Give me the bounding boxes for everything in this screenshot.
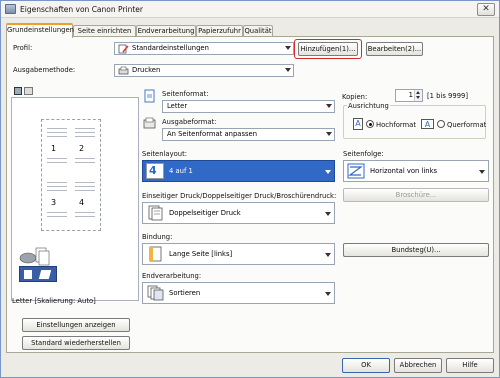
binding-select[interactable]: Lange Seite [links]	[142, 243, 335, 265]
preview-page-icon	[14, 87, 22, 95]
preview-status: Letter [Skalierung: Auto]	[12, 297, 96, 305]
page-order-select[interactable]: Horizontal von links	[343, 160, 489, 182]
preview-panel: 1 2 3 4	[11, 97, 139, 301]
profile-select[interactable]: Standardeinstellungen	[114, 42, 294, 55]
portrait-radio[interactable]	[366, 120, 374, 128]
copies-label: Kopien:	[342, 93, 368, 101]
gutter-button[interactable]: Bundsteg(U)...	[343, 243, 489, 257]
chevron-down-icon	[326, 104, 332, 108]
preview-page-2: 2	[73, 124, 99, 174]
page-format-select[interactable]: Letter	[162, 100, 335, 113]
chevron-up-icon	[416, 91, 420, 94]
output-method-select[interactable]: Drucken	[114, 64, 294, 77]
page-format-value: Letter	[167, 102, 188, 110]
output-method-value: Drucken	[132, 66, 161, 74]
binding-value: Lange Seite [links]	[169, 250, 233, 258]
add-profile-button[interactable]: Hinzufügen(1)...	[298, 42, 358, 56]
preview-page-1: 1	[45, 124, 71, 174]
duplex-select[interactable]: Doppelseitiger Druck	[142, 202, 335, 224]
portrait-icon: A	[353, 118, 363, 130]
tab-page: Profil: Standardeinstellungen Hinzufügen…	[6, 36, 494, 353]
finishing-value: Sortieren	[169, 289, 201, 297]
duplex-label: Einseitiger Druck/Doppelseitiger Druck/B…	[142, 192, 337, 200]
profile-icon	[118, 44, 129, 54]
output-format-value: An Seitenformat anpassen	[167, 130, 258, 138]
duplex-icon	[19, 266, 57, 282]
ok-button[interactable]: OK	[342, 358, 390, 373]
preview-printer-icon	[24, 87, 33, 95]
chevron-down-icon	[479, 170, 485, 174]
output-method-label: Ausgabemethode:	[13, 66, 76, 74]
finishing-select[interactable]: Sortieren	[142, 282, 335, 304]
output-format-label: Ausgabeformat:	[162, 118, 217, 126]
preview-sheet: 1 2 3 4	[41, 119, 101, 231]
window-title: Eigenschaften von Canon Printer	[20, 5, 143, 14]
page-format-label: Seitenformat:	[162, 90, 209, 98]
output-format-icon	[143, 117, 156, 129]
orientation-label: Ausrichtung	[347, 102, 390, 110]
sort-icon	[147, 285, 164, 301]
help-button[interactable]: Hilfe	[446, 358, 494, 373]
page-order-label: Seitenfolge:	[343, 150, 384, 158]
output-format-select[interactable]: An Seitenformat anpassen	[162, 128, 335, 141]
properties-window: Eigenschaften von Canon Printer ✕ Grunde…	[0, 0, 500, 378]
chevron-down-icon	[326, 132, 332, 136]
title-bar: Eigenschaften von Canon Printer ✕	[1, 1, 499, 18]
brochure-button[interactable]: Broschüre...	[343, 188, 489, 202]
preview-toggle[interactable]	[14, 87, 34, 97]
landscape-icon: A	[421, 119, 434, 129]
page-order-value: Horizontal von links	[370, 167, 438, 175]
chevron-down-icon	[325, 253, 331, 257]
copies-value: 1	[408, 91, 413, 99]
page-layout-label: Seitenlayout:	[142, 150, 188, 158]
copies-input[interactable]: 1	[395, 89, 423, 102]
preview-page-4: 4	[73, 178, 99, 228]
copies-spinner[interactable]	[414, 90, 422, 101]
chevron-down-icon	[285, 46, 291, 50]
finishing-label: Endverarbeitung:	[142, 272, 202, 280]
profile-label: Profil:	[13, 44, 33, 52]
page-layout-value: 4 auf 1	[169, 167, 193, 175]
chevron-down-icon	[416, 96, 420, 99]
duplex-print-icon	[148, 205, 163, 221]
page-layout-select[interactable]: 4 4 auf 1	[142, 160, 335, 182]
copies-range: [1 bis 9999]	[427, 92, 468, 100]
page-format-icon	[144, 89, 155, 103]
chevron-down-icon	[325, 212, 331, 216]
landscape-label: Querformat	[447, 121, 487, 129]
print-icon	[118, 66, 129, 75]
paper-stack-icon	[19, 247, 50, 266]
duplex-value: Doppelseitiger Druck	[169, 209, 241, 217]
chevron-down-icon	[325, 170, 331, 174]
page-order-icon	[347, 163, 365, 179]
chevron-down-icon	[325, 292, 331, 296]
cancel-button[interactable]: Abbrechen	[394, 358, 442, 373]
printer-icon	[5, 4, 16, 14]
show-settings-button[interactable]: Einstellungen anzeigen	[22, 318, 130, 332]
chevron-down-icon	[285, 68, 291, 72]
preview-page-3: 3	[45, 178, 71, 228]
layout-badge-icon: 4	[146, 163, 164, 179]
restore-defaults-button[interactable]: Standard wiederherstellen	[22, 336, 130, 350]
tab-basic-settings[interactable]: Grundeinstellungen	[6, 23, 74, 38]
portrait-label: Hochformat	[376, 121, 416, 129]
profile-value: Standardeinstellungen	[132, 44, 209, 52]
close-button[interactable]: ✕	[477, 3, 495, 16]
landscape-radio[interactable]	[437, 120, 445, 128]
edit-profile-button[interactable]: Bearbeiten(2)...	[366, 42, 423, 56]
binding-label: Bindung:	[142, 233, 173, 241]
binding-icon	[149, 246, 162, 262]
